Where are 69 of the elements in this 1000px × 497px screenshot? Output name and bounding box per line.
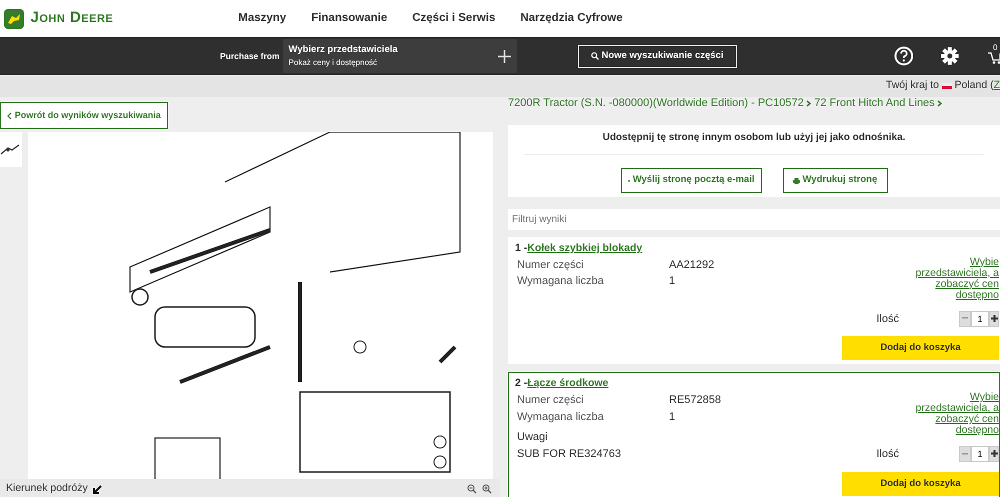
quantity-label: Ilość xyxy=(876,447,899,462)
filter-field[interactable]: Filtruj wyniki xyxy=(508,209,1000,230)
parts-thumbnail-drawing xyxy=(0,144,20,156)
settings-icon[interactable] xyxy=(940,46,960,66)
select-dealer-link[interactable]: Wybie przedstawiciela, a zobaczyć cen dostępno xyxy=(916,256,999,301)
increase-button[interactable] xyxy=(989,311,999,328)
print-page-button[interactable]: Wydrukuj stronę xyxy=(782,168,888,193)
email-page-button[interactable]: Wyślij stronę pocztą e-mail xyxy=(620,168,762,193)
change-country-link[interactable]: Z xyxy=(994,78,1000,94)
add-to-cart-button[interactable]: Dodaj do koszyka xyxy=(842,472,999,496)
field-value: AA21292 xyxy=(669,258,714,273)
brand-name: John Deere xyxy=(30,8,114,28)
back-to-results-button[interactable]: Powrót do wyników wyszukiwania xyxy=(0,102,168,129)
field-value: 1 xyxy=(669,410,676,425)
nav-link[interactable]: Maszyny xyxy=(238,10,286,28)
flag-icon xyxy=(942,83,952,89)
quantity-label: Ilość xyxy=(876,312,899,327)
help-icon[interactable] xyxy=(894,46,914,66)
country-name: Poland ( xyxy=(954,78,994,94)
dealer-title: Wybierz przedstawiciela xyxy=(288,42,399,57)
minus-icon xyxy=(962,317,968,320)
cart-count: 0 xyxy=(992,42,998,54)
search-parts-button[interactable]: Nowe wyszukiwanie części xyxy=(578,44,737,68)
chevron-right-icon xyxy=(937,100,942,107)
travel-direction-label: Kierunek podróży xyxy=(6,481,88,496)
part-card[interactable]: 1 -Kołek szybkiej blokady Numer części AA21292 Wymagana liczba 1 Wybie przedstawiciela, a zobaczyć cen dostępno Ilość 1 Dodaj do koszyka xyxy=(508,237,1000,364)
diagram-thumbnail[interactable] xyxy=(0,132,22,167)
plus-icon xyxy=(498,50,511,62)
part-card[interactable]: 2 -Łącze środkowe Numer części RE572858 Wymagana liczba 1 Uwagi SUB FOR RE324763 Wybie przedstawiciela, a zobaczyć cen dostępno Ilość 1 Dodaj do koszyka xyxy=(508,372,1000,497)
part-name-link[interactable]: Kołek szybkiej blokady xyxy=(527,241,642,257)
part-number: 1 - xyxy=(515,241,528,256)
field-label: Wymagana liczba xyxy=(517,274,605,290)
field-label: Wymagana liczba xyxy=(517,410,605,425)
field-value: 1 xyxy=(669,274,676,290)
notes-label: Uwagi xyxy=(517,430,549,446)
logo-icon[interactable] xyxy=(3,8,25,30)
dealer-selector[interactable]: Wybierz przedstawiciela Pokaż ceny i dostępność xyxy=(282,39,517,73)
field-value: RE572858 xyxy=(669,393,721,408)
decrease-button[interactable] xyxy=(959,446,971,462)
country-label: Twój kraj to xyxy=(886,78,939,94)
quantity-field[interactable]: 1 xyxy=(971,446,989,462)
breadcrumb-link[interactable]: 72 Front Hitch And Lines xyxy=(814,95,935,112)
select-dealer-link[interactable]: Wybie przedstawiciela, a zobaczyć cen dostępno xyxy=(916,392,999,436)
purchase-label: Purchase from xyxy=(220,50,280,62)
plus-icon xyxy=(990,450,998,458)
zoom-out-icon[interactable] xyxy=(466,484,476,494)
arrow-icon xyxy=(93,484,102,494)
part-number: 2 - xyxy=(515,376,528,392)
nav-link[interactable]: Narzędzia Cyfrowe xyxy=(520,10,623,28)
printer-icon xyxy=(792,178,800,184)
increase-button[interactable] xyxy=(989,446,999,462)
zoom-in-icon[interactable] xyxy=(482,484,492,494)
quantity-field[interactable]: 1 xyxy=(971,311,989,328)
note-text: SUB FOR RE324763 xyxy=(517,446,622,462)
dealer-subtitle: Pokaż ceny i dostępność xyxy=(288,57,378,70)
minus-icon xyxy=(962,452,968,455)
search-icon xyxy=(590,52,599,60)
part-name-link[interactable]: Łącze środkowe xyxy=(527,376,608,392)
chevron-right-icon xyxy=(806,100,812,107)
chevron-left-icon xyxy=(7,112,12,120)
plus-icon xyxy=(990,314,998,322)
field-label: Numer części xyxy=(517,393,585,408)
breadcrumb-link[interactable]: 7200R Tractor (S.N. -080000)(Worldwide Edition) - PC10572 xyxy=(508,95,804,112)
nav-link[interactable]: Finansowanie xyxy=(311,10,388,28)
nav-link[interactable]: Części i Serwis xyxy=(412,10,496,28)
decrease-button[interactable] xyxy=(959,311,971,328)
share-text: Udostępnij tę stronę innym osobom lub użyj jej jako odnośnika. xyxy=(524,130,984,155)
field-label: Numer części xyxy=(517,258,585,273)
add-to-cart-button[interactable]: Dodaj do koszyka xyxy=(842,336,999,360)
